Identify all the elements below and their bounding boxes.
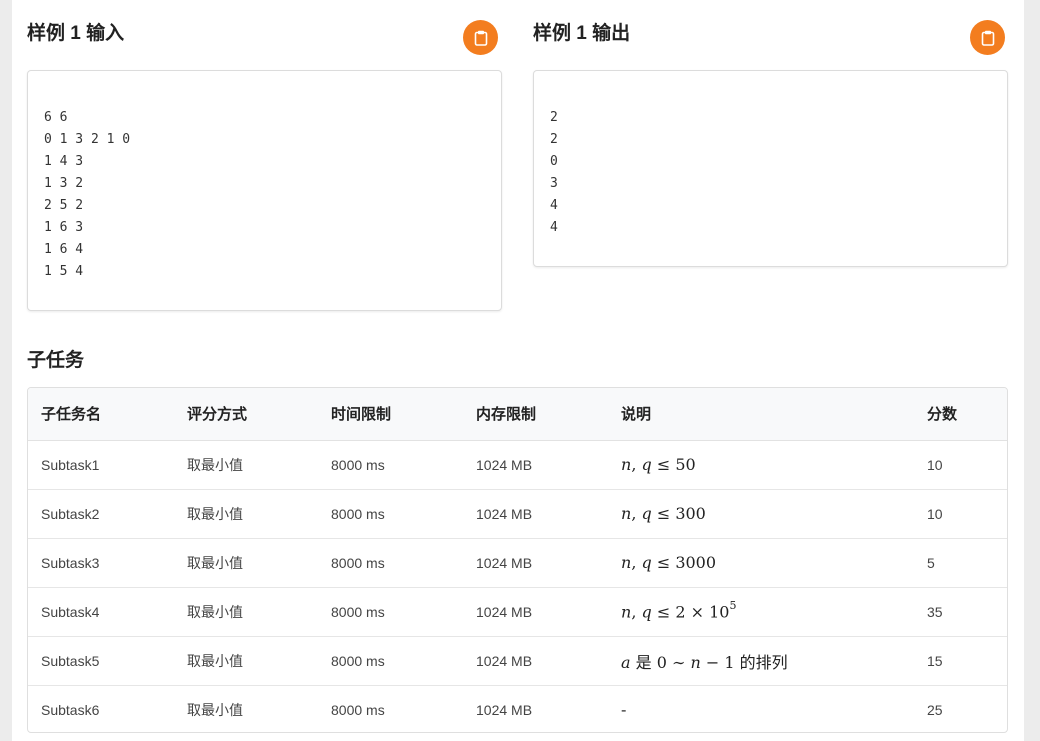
- sample-output-box[interactable]: 2 2 0 3 4 4: [533, 70, 1008, 267]
- subtask-score: 25: [914, 684, 1007, 732]
- subtask-note: a 是 0 ∼ n − 1 的排列: [608, 635, 914, 685]
- sample-input-title: 样例 1 输入: [27, 23, 125, 44]
- subtask-time: 8000 ms: [331, 456, 385, 473]
- table-row: Subtask3 取最小值 8000 ms 1024 MB n, q ≤ 300…: [28, 537, 1007, 587]
- subtask-note: n, q ≤ 2 × 105: [608, 586, 914, 636]
- subtasks-title: 子任务: [27, 350, 85, 371]
- subtask-time: 8000 ms: [318, 586, 463, 636]
- subtask-time: 8000 ms: [318, 488, 463, 538]
- problem-page: 样例 1 输入 6 6 0 1 3 2 1 0 1 4 3 1 3 2 2 5 …: [12, 0, 1024, 741]
- subtask-note: n, q ≤ 50: [621, 455, 696, 474]
- table-row: Subtask1 取最小值 8000 ms 1024 MB n, q ≤ 50 …: [28, 440, 1007, 489]
- clipboard-icon: [474, 30, 487, 46]
- table-header-row: 子任务名 评分方式 时间限制 内存限制 说明 分数: [28, 388, 1007, 441]
- clipboard-icon: [981, 30, 994, 46]
- copy-output-button[interactable]: [970, 20, 1005, 55]
- subtask-score: 35: [914, 586, 1007, 636]
- subtask-name: Subtask2: [28, 488, 174, 538]
- subtask-score: 10: [914, 488, 1007, 538]
- subtask-memory: 1024 MB: [463, 635, 608, 685]
- table-row: Subtask4 取最小值 8000 ms 1024 MB n, q ≤ 2 ×…: [28, 586, 1007, 636]
- table-row: Subtask6 取最小值 8000 ms 1024 MB - 25: [28, 684, 1007, 732]
- subtask-scoring: 取最小值: [187, 456, 243, 473]
- subtask-scoring: 取最小值: [174, 586, 318, 636]
- subtask-scoring: 取最小值: [174, 684, 318, 732]
- subtask-time: 8000 ms: [318, 537, 463, 587]
- subtask-note: -: [608, 684, 914, 732]
- table-row: Subtask5 取最小值 8000 ms 1024 MB a 是 0 ∼ n …: [28, 635, 1007, 685]
- subtask-name: Subtask1: [41, 456, 100, 473]
- table-row: Subtask2 取最小值 8000 ms 1024 MB n, q ≤ 300…: [28, 488, 1007, 538]
- sample-output-content: 2 2 0 3 4 4: [550, 110, 558, 235]
- header-time-limit: 时间限制: [318, 388, 463, 441]
- sample-output-title: 样例 1 输出: [533, 23, 631, 44]
- subtask-memory: 1024 MB: [463, 586, 608, 636]
- subtask-score: 5: [914, 537, 1007, 587]
- subtask-scoring: 取最小值: [174, 635, 318, 685]
- header-score: 分数: [914, 388, 1007, 441]
- subtask-name: Subtask5: [28, 635, 174, 685]
- subtask-time: 8000 ms: [318, 635, 463, 685]
- subtask-memory: 1024 MB: [463, 537, 608, 587]
- header-note: 说明: [608, 388, 914, 441]
- subtask-note: n, q ≤ 3000: [608, 537, 914, 587]
- sample-input-content: 6 6 0 1 3 2 1 0 1 4 3 1 3 2 2 5 2 1 6 3 …: [44, 110, 131, 279]
- sample-input-box[interactable]: 6 6 0 1 3 2 1 0 1 4 3 1 3 2 2 5 2 1 6 3 …: [27, 70, 502, 311]
- subtask-note: n, q ≤ 300: [608, 488, 914, 538]
- subtask-name: Subtask4: [28, 586, 174, 636]
- header-subtask-name: 子任务名: [28, 388, 174, 441]
- header-scoring: 评分方式: [174, 388, 318, 441]
- subtask-memory: 1024 MB: [476, 456, 533, 473]
- subtask-time: 8000 ms: [318, 684, 463, 732]
- subtasks-table: 子任务名 评分方式 时间限制 内存限制 说明 分数 Subtask1 取最小值 …: [28, 388, 1007, 732]
- subtask-name: Subtask6: [28, 684, 174, 732]
- subtask-name: Subtask3: [28, 537, 174, 587]
- subtask-memory: 1024 MB: [463, 488, 608, 538]
- copy-input-button[interactable]: [463, 20, 498, 55]
- header-memory-limit: 内存限制: [463, 388, 608, 441]
- subtasks-table-container: 子任务名 评分方式 时间限制 内存限制 说明 分数 Subtask1 取最小值 …: [27, 387, 1008, 733]
- subtask-memory: 1024 MB: [463, 684, 608, 732]
- subtask-scoring: 取最小值: [174, 537, 318, 587]
- subtask-scoring: 取最小值: [174, 488, 318, 538]
- subtask-score: 10: [927, 456, 943, 473]
- subtask-score: 15: [914, 635, 1007, 685]
